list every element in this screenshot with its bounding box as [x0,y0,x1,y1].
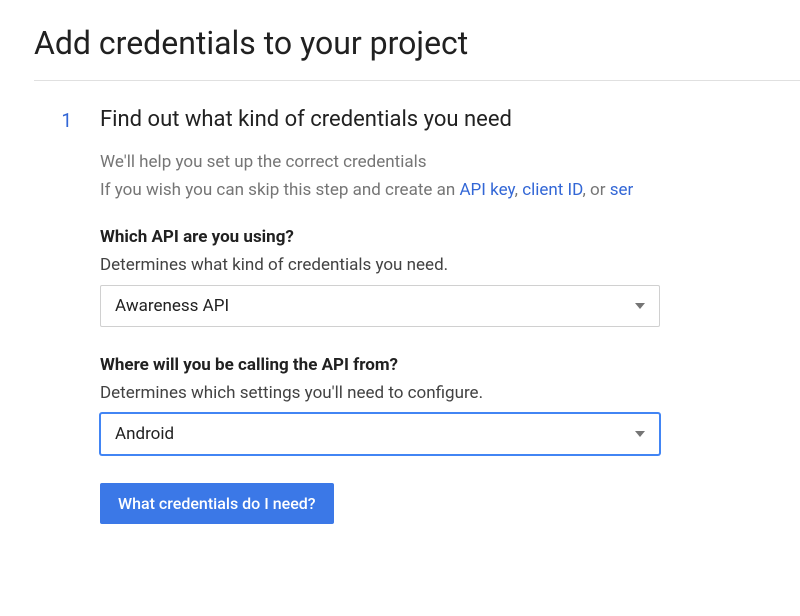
step-number-container: 1 [0,107,100,524]
step-number: 1 [61,109,72,132]
step-title: Find out what kind of credentials you ne… [100,107,800,132]
help-text-line-1: We'll help you set up the correct creden… [100,150,800,176]
field-calling-from-desc: Determines which settings you'll need to… [100,383,800,403]
field-api-label: Which API are you using? [100,227,800,247]
field-calling-from-label: Where will you be calling the API from? [100,355,800,375]
help-text-line-2: If you wish you can skip this step and c… [100,178,800,204]
help-comma-2: , or [582,180,609,200]
field-group-calling-from: Where will you be calling the API from? … [100,355,800,455]
calling-from-select[interactable]: Android [100,413,660,455]
service-link[interactable]: ser [610,180,634,200]
what-credentials-button[interactable]: What credentials do I need? [100,483,334,524]
api-select-value: Awareness API [115,296,229,316]
api-key-link[interactable]: API key [459,180,514,200]
client-id-link[interactable]: client ID [522,180,582,200]
api-select[interactable]: Awareness API [100,285,660,327]
step-row: 1 Find out what kind of credentials you … [0,81,800,524]
calling-from-select-value: Android [115,424,174,444]
field-group-api: Which API are you using? Determines what… [100,227,800,327]
field-api-desc: Determines what kind of credentials you … [100,255,800,275]
chevron-down-icon [635,303,645,309]
chevron-down-icon [635,431,645,437]
help-text-prefix: If you wish you can skip this step and c… [100,180,459,200]
page-title: Add credentials to your project [0,0,800,80]
step-body: Find out what kind of credentials you ne… [100,107,800,524]
